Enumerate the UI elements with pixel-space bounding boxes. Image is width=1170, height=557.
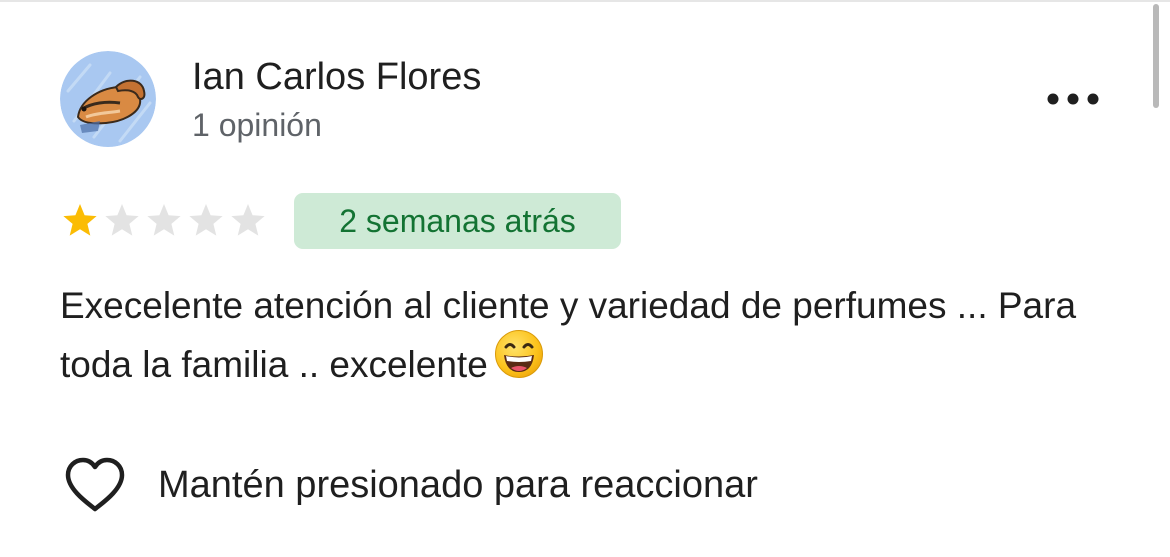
review-text: Execelente atención al cliente y varieda… xyxy=(60,276,1100,396)
more-options-button[interactable] xyxy=(1040,80,1106,118)
grinning-face-emoji-icon xyxy=(494,329,544,396)
star-empty-icon xyxy=(147,204,181,236)
squirrel-avatar-icon xyxy=(60,51,156,147)
more-horizontal-icon xyxy=(1047,93,1099,105)
heart-outline-icon xyxy=(65,457,125,512)
star-empty-icon xyxy=(189,204,223,236)
review-body: Execelente atención al cliente y varieda… xyxy=(60,285,1077,385)
star-empty-icon xyxy=(105,204,139,236)
author-name[interactable]: Ian Carlos Flores xyxy=(192,54,481,100)
react-button[interactable]: Mantén presionado para reaccionar xyxy=(64,454,758,516)
scrollbar-thumb[interactable] xyxy=(1153,4,1159,108)
star-empty-icon xyxy=(231,204,265,236)
star-filled-icon xyxy=(63,204,97,236)
top-divider xyxy=(0,0,1170,2)
review-time-badge: 2 semanas atrás xyxy=(294,193,621,249)
react-label: Mantén presionado para reaccionar xyxy=(158,464,758,506)
author-avatar[interactable] xyxy=(60,51,156,147)
star-rating xyxy=(60,200,270,242)
author-review-count: 1 opinión xyxy=(192,107,322,143)
